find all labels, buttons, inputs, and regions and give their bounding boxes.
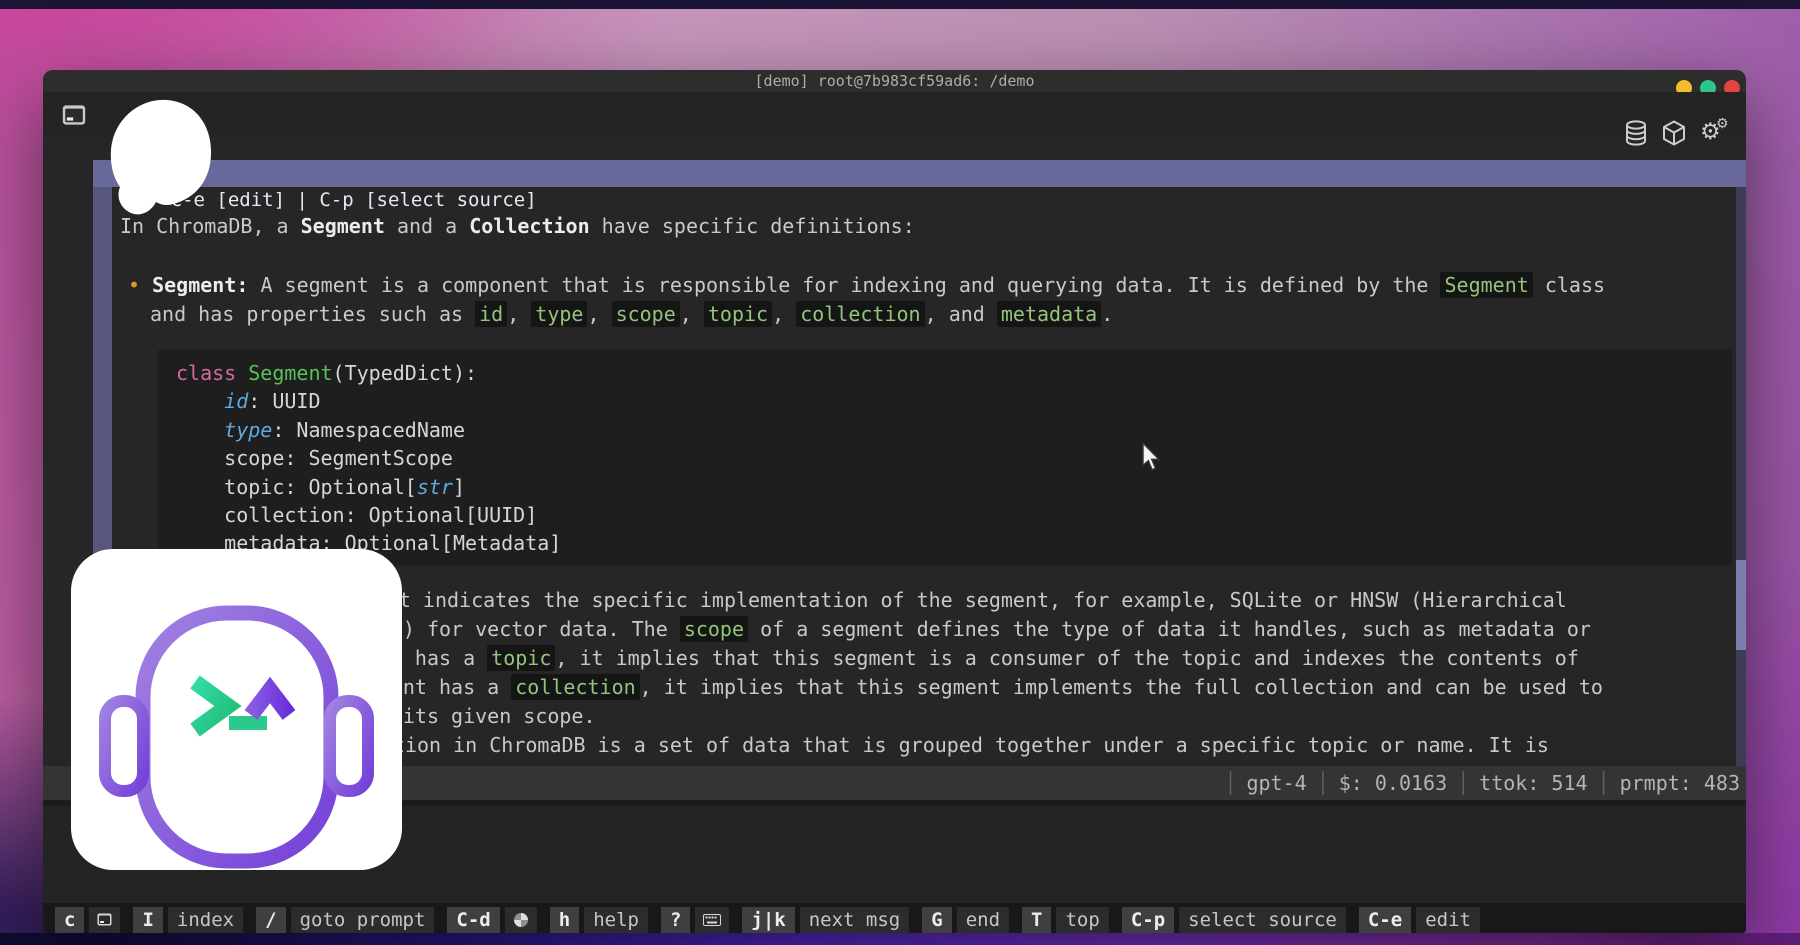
footer-label[interactable]: edit (1416, 907, 1480, 933)
footer-label[interactable]: select source (1179, 907, 1346, 933)
code-block: class Segment(TypedDict): id: UUID type:… (158, 350, 1732, 566)
package-icon[interactable] (1662, 120, 1686, 150)
footer-binding: c (55, 907, 120, 933)
footer-binding: hhelp (550, 907, 648, 933)
footer-binding: C-pselect source (1122, 907, 1346, 933)
footer-binding: ? (661, 907, 729, 933)
footer-label[interactable]: goto prompt (291, 907, 435, 933)
code-line: class Segment(TypedDict): (176, 359, 1732, 387)
footer-key-?[interactable]: ? (661, 907, 690, 933)
footer-keybar: cIindex/goto promptC-dhhelp?j|knext msgG… (43, 903, 1746, 933)
code-line: collection: Optional[UUID] (176, 501, 1732, 529)
chat-text-line: and has properties such as id, type, sco… (150, 300, 1113, 329)
message-header-bar[interactable]: C-e [edit] | C-p [select source] (93, 160, 1746, 187)
code-line: topic: Optional[str] (176, 473, 1732, 501)
mouse-cursor (1140, 442, 1162, 476)
code-line: scope: SegmentScope (176, 444, 1732, 472)
title-bar[interactable]: [demo] root@7b983cf59ad6: /demo (43, 70, 1746, 92)
terminal-window-icon[interactable] (89, 907, 120, 933)
footer-key-/[interactable]: / (256, 907, 285, 933)
message-header-hints: C-e [edit] | C-p [select source] (171, 189, 537, 211)
footer-label[interactable]: help (584, 907, 648, 933)
footer-key-C-e[interactable]: C-e (1359, 907, 1411, 933)
footer-label[interactable]: end (957, 907, 1009, 933)
status-item: ttok: 514 (1479, 771, 1587, 795)
code-line: metadata: Optional[Metadata] (176, 529, 1732, 557)
footer-label[interactable]: top (1056, 907, 1108, 933)
assistant-logo-card (71, 549, 402, 870)
footer-binding: Gend (922, 907, 1009, 933)
footer-key-G[interactable]: G (922, 907, 951, 933)
desktop-background: [demo] root@7b983cf59ad6: /demo ⚙ ⚙ (0, 0, 1800, 945)
footer-key-C-d[interactable]: C-d (447, 907, 499, 933)
status-separator: │ (1307, 771, 1339, 795)
footer-binding: C-d (447, 907, 536, 933)
footer-key-h[interactable]: h (550, 907, 579, 933)
footer-binding: C-eedit (1359, 907, 1480, 933)
tab-bar-actions: ⚙ ⚙ (1624, 120, 1730, 150)
chat-text-line: • Segment: A segment is a component that… (128, 271, 1605, 300)
tab-bar: ⚙ ⚙ (43, 92, 1746, 135)
status-separator: │ (1588, 771, 1620, 795)
keyboard-icon[interactable] (695, 907, 729, 933)
gears-icon[interactable]: ⚙ ⚙ (1700, 121, 1730, 149)
footer-binding: Iindex (133, 907, 243, 933)
pinwheel-icon[interactable] (505, 907, 537, 933)
desktop-bottom-strip (0, 933, 1800, 945)
status-item: $: 0.0163 (1339, 771, 1447, 795)
status-item: gpt-4 (1246, 771, 1306, 795)
status-item: prmpt: 483 (1620, 771, 1740, 795)
code-line: type: NamespacedName (176, 416, 1732, 444)
status-separator: │ (1214, 771, 1246, 795)
terminal-window-icon[interactable] (62, 104, 86, 130)
robot-face-logo (71, 549, 402, 870)
footer-key-I[interactable]: I (133, 907, 162, 933)
footer-key-C-p[interactable]: C-p (1122, 907, 1174, 933)
footer-key-T[interactable]: T (1022, 907, 1051, 933)
database-icon[interactable] (1624, 120, 1648, 150)
white-blob-overlay (109, 98, 212, 222)
footer-label[interactable]: index (168, 907, 243, 933)
window-title: [demo] root@7b983cf59ad6: /demo (43, 72, 1746, 90)
chat-scrollbar[interactable] (1736, 187, 1746, 766)
chat-text-line: In ChromaDB, a Segment and a Collection … (120, 212, 915, 241)
chat-scrollbar-thumb[interactable] (1736, 560, 1746, 650)
footer-label[interactable]: next msg (800, 907, 910, 933)
footer-binding: j|knext msg (742, 907, 909, 933)
footer-key-c[interactable]: c (55, 907, 84, 933)
footer-key-j|k[interactable]: j|k (742, 907, 794, 933)
status-separator: │ (1447, 771, 1479, 795)
footer-binding: /goto prompt (256, 907, 434, 933)
footer-binding: Ttop (1022, 907, 1109, 933)
code-line: id: UUID (176, 387, 1732, 415)
desktop-top-strip (0, 0, 1800, 9)
